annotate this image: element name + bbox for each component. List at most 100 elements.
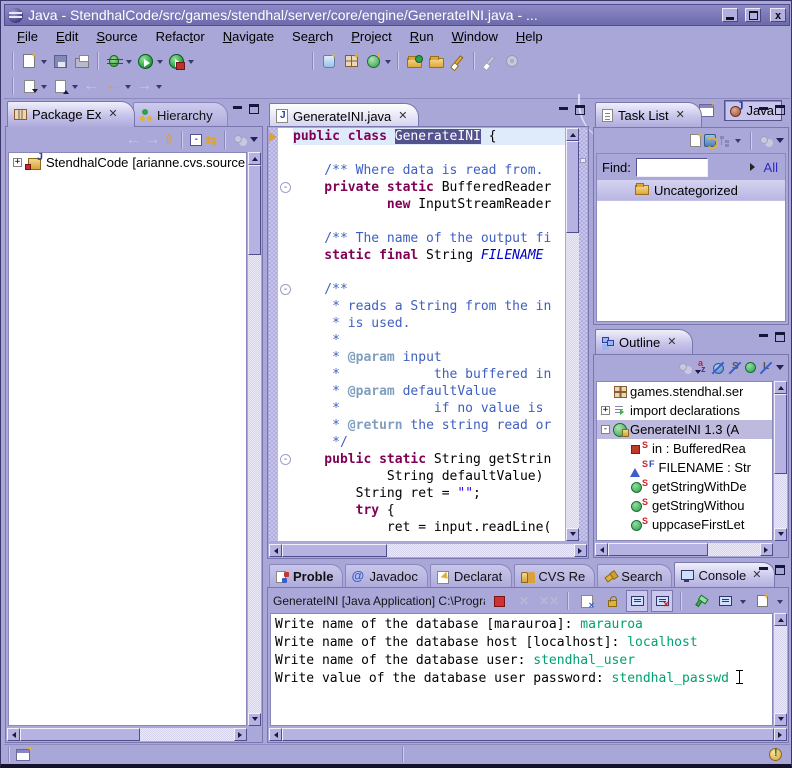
outline-item[interactable]: +import declarations <box>597 401 772 420</box>
close-icon[interactable] <box>108 109 117 120</box>
outline-item[interactable]: SFFILENAME : Str <box>597 458 772 477</box>
print-button[interactable] <box>71 50 93 72</box>
run-button[interactable] <box>134 50 156 72</box>
clear-console-button[interactable] <box>576 590 598 612</box>
minimize-view-button[interactable] <box>758 105 769 115</box>
scroll-down-button[interactable] <box>774 528 787 541</box>
scrollbar-thumb[interactable] <box>282 544 387 557</box>
scroll-left-button[interactable] <box>269 728 282 741</box>
prev-annotation-button[interactable] <box>49 75 71 97</box>
maximize-view-button[interactable] <box>775 565 785 575</box>
editor-horizontal-scrollbar[interactable] <box>269 544 587 557</box>
category-uncategorized[interactable]: Uncategorized <box>597 180 785 201</box>
scroll-down-button[interactable] <box>566 528 579 541</box>
expander-icon[interactable]: + <box>13 158 22 167</box>
hide-fields-icon[interactable] <box>711 361 725 375</box>
maximize-view-button[interactable] <box>575 105 585 115</box>
outline-tree[interactable]: games.stendhal.ser+import declarations-G… <box>596 381 773 541</box>
scroll-left-button[interactable] <box>7 728 20 741</box>
synchronize-icon[interactable] <box>704 134 716 147</box>
display-console-button[interactable] <box>714 590 736 612</box>
new-java-class-button[interactable] <box>362 50 384 72</box>
scroll-right-button[interactable] <box>574 544 587 557</box>
next-annotation-dropdown[interactable] <box>41 85 47 92</box>
show-on-stderr-toggle[interactable] <box>651 590 673 612</box>
scroll-up-button[interactable] <box>566 128 579 141</box>
outline-item[interactable]: -GenerateINI 1.3 (A <box>597 420 772 439</box>
display-console-dropdown[interactable] <box>740 600 746 607</box>
notification-icon[interactable] <box>769 748 782 761</box>
code-editor-area[interactable]: public class GenerateINI { /** Where dat… <box>293 128 565 541</box>
minimize-view-button[interactable] <box>558 105 569 115</box>
tab-search[interactable]: Search <box>597 564 672 588</box>
outline-item[interactable]: games.stendhal.ser <box>597 382 772 401</box>
marker-bar[interactable] <box>269 128 278 541</box>
maximize-button[interactable] <box>745 8 761 22</box>
fold-collapse-icon[interactable]: - <box>280 284 291 295</box>
package-explorer-tree[interactable]: + StendhalCode [arianne.cvs.source <box>8 152 247 726</box>
debug-button[interactable] <box>103 50 125 72</box>
vertical-scrollbar[interactable] <box>248 152 261 726</box>
run-dropdown[interactable] <box>157 60 163 67</box>
back-dropdown[interactable] <box>125 85 131 92</box>
scrollbar-thumb[interactable] <box>248 165 261 255</box>
scroll-up-button[interactable] <box>774 613 787 626</box>
save-button[interactable] <box>49 50 71 72</box>
find-input[interactable] <box>636 158 708 177</box>
tab-outline[interactable]: Outline <box>595 329 693 355</box>
open-type-button[interactable] <box>403 50 425 72</box>
hide-static-members-icon[interactable] <box>728 361 742 375</box>
scroll-down-button[interactable] <box>248 713 261 726</box>
menu-item-refactor[interactable]: Refactor <box>147 27 214 46</box>
minimize-view-button[interactable] <box>232 104 243 114</box>
fold-collapse-icon[interactable]: - <box>280 182 291 193</box>
maximize-view-button[interactable] <box>775 332 785 342</box>
menu-item-navigate[interactable]: Navigate <box>214 27 283 46</box>
scroll-up-button[interactable] <box>248 152 261 165</box>
tab-package-explorer[interactable]: Package Ex <box>7 101 135 127</box>
scroll-right-button[interactable] <box>760 543 773 556</box>
tab-hierarchy[interactable]: Hierarchy <box>133 102 228 127</box>
menu-item-run[interactable]: Run <box>401 27 443 46</box>
sort-icon[interactable] <box>695 361 708 375</box>
tab-javadoc[interactable]: Javadoc <box>345 564 427 588</box>
maximize-view-button[interactable] <box>249 104 259 114</box>
tab-proble[interactable]: Proble <box>269 564 343 588</box>
scrollbar-thumb[interactable] <box>608 543 708 556</box>
view-menu-icon[interactable] <box>250 137 258 146</box>
hide-local-types-icon[interactable] <box>759 361 773 375</box>
scrollbar-thumb[interactable] <box>566 141 579 233</box>
vertical-scrollbar[interactable] <box>774 381 787 541</box>
scrollbar-thumb[interactable] <box>282 728 774 741</box>
new-wizard-button[interactable] <box>18 50 40 72</box>
collapse-all-icon[interactable]: - <box>190 134 202 146</box>
scroll-lock-button[interactable] <box>601 590 623 612</box>
external-tools-dropdown[interactable] <box>188 60 194 67</box>
menu-item-edit[interactable]: Edit <box>47 27 87 46</box>
tab-declarat[interactable]: Declarat <box>430 564 512 588</box>
fold-collapse-icon[interactable]: - <box>280 454 291 465</box>
expander-icon[interactable]: + <box>601 406 610 415</box>
scrollbar-thumb[interactable] <box>774 394 787 474</box>
editor-vertical-scrollbar[interactable] <box>566 128 579 541</box>
minimize-view-button[interactable] <box>758 332 769 342</box>
overview-ruler[interactable] <box>579 128 587 541</box>
view-menu-icon[interactable] <box>776 138 784 147</box>
menu-item-window[interactable]: Window <box>443 27 507 46</box>
new-java-package-button[interactable] <box>340 50 362 72</box>
all-link[interactable]: All <box>764 160 778 175</box>
fast-view-button[interactable] <box>16 749 30 761</box>
scrollbar-thumb[interactable] <box>20 728 140 741</box>
tab-generateini-java[interactable]: GenerateINI.java <box>269 103 419 128</box>
project-tree-item[interactable]: + StendhalCode [arianne.cvs.source <box>9 153 246 171</box>
scroll-left-button[interactable] <box>269 544 282 557</box>
maximize-view-button[interactable] <box>775 105 785 115</box>
menu-item-help[interactable]: Help <box>507 27 552 46</box>
scroll-left-button[interactable] <box>595 543 608 556</box>
horizontal-scrollbar[interactable] <box>595 543 773 556</box>
open-console-dropdown[interactable] <box>777 600 783 607</box>
new-java-class-dropdown[interactable] <box>385 60 391 67</box>
scroll-right-button[interactable] <box>234 728 247 741</box>
overview-marker[interactable] <box>580 158 586 163</box>
terminate-button[interactable] <box>488 590 510 612</box>
